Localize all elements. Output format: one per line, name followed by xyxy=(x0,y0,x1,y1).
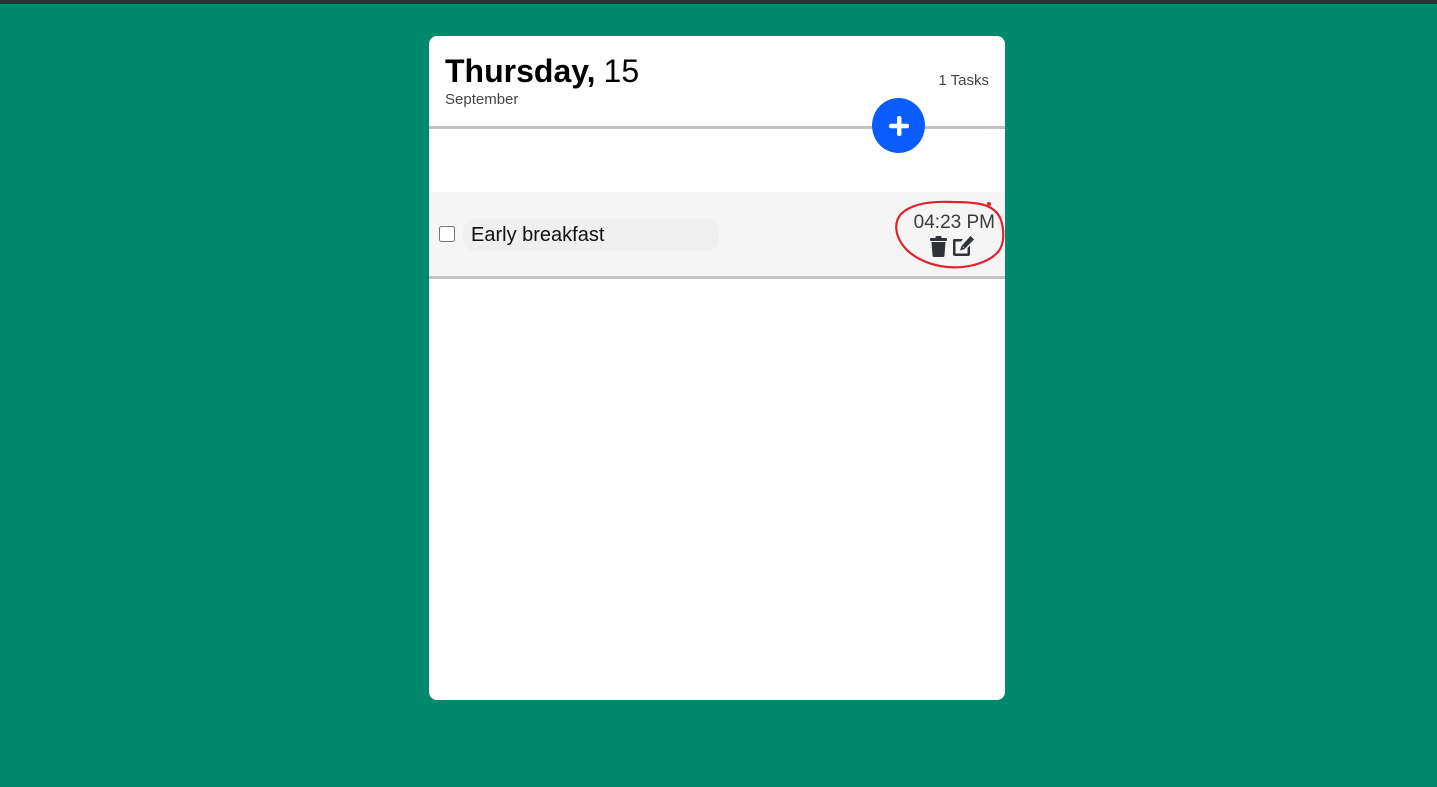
trash-icon[interactable] xyxy=(930,236,947,257)
browser-top-bar xyxy=(0,0,1437,4)
date-heading: Thursday, 15 xyxy=(445,53,639,89)
edit-icon[interactable] xyxy=(951,235,975,257)
task-text-field[interactable] xyxy=(463,219,719,251)
month-label: September xyxy=(445,91,519,108)
task-time: 04:23 PM xyxy=(913,212,995,233)
day-number: 15 xyxy=(603,53,640,89)
task-count: 1 Tasks xyxy=(938,72,989,89)
todo-card: Thursday,15 September 1 Tasks 04:23 PM xyxy=(429,36,1005,700)
add-task-button[interactable] xyxy=(872,98,925,153)
task-checkbox[interactable] xyxy=(439,226,455,242)
task-row: 04:23 PM xyxy=(429,192,1005,279)
day-name: Thursday, xyxy=(445,53,596,89)
plus-icon xyxy=(888,115,909,136)
